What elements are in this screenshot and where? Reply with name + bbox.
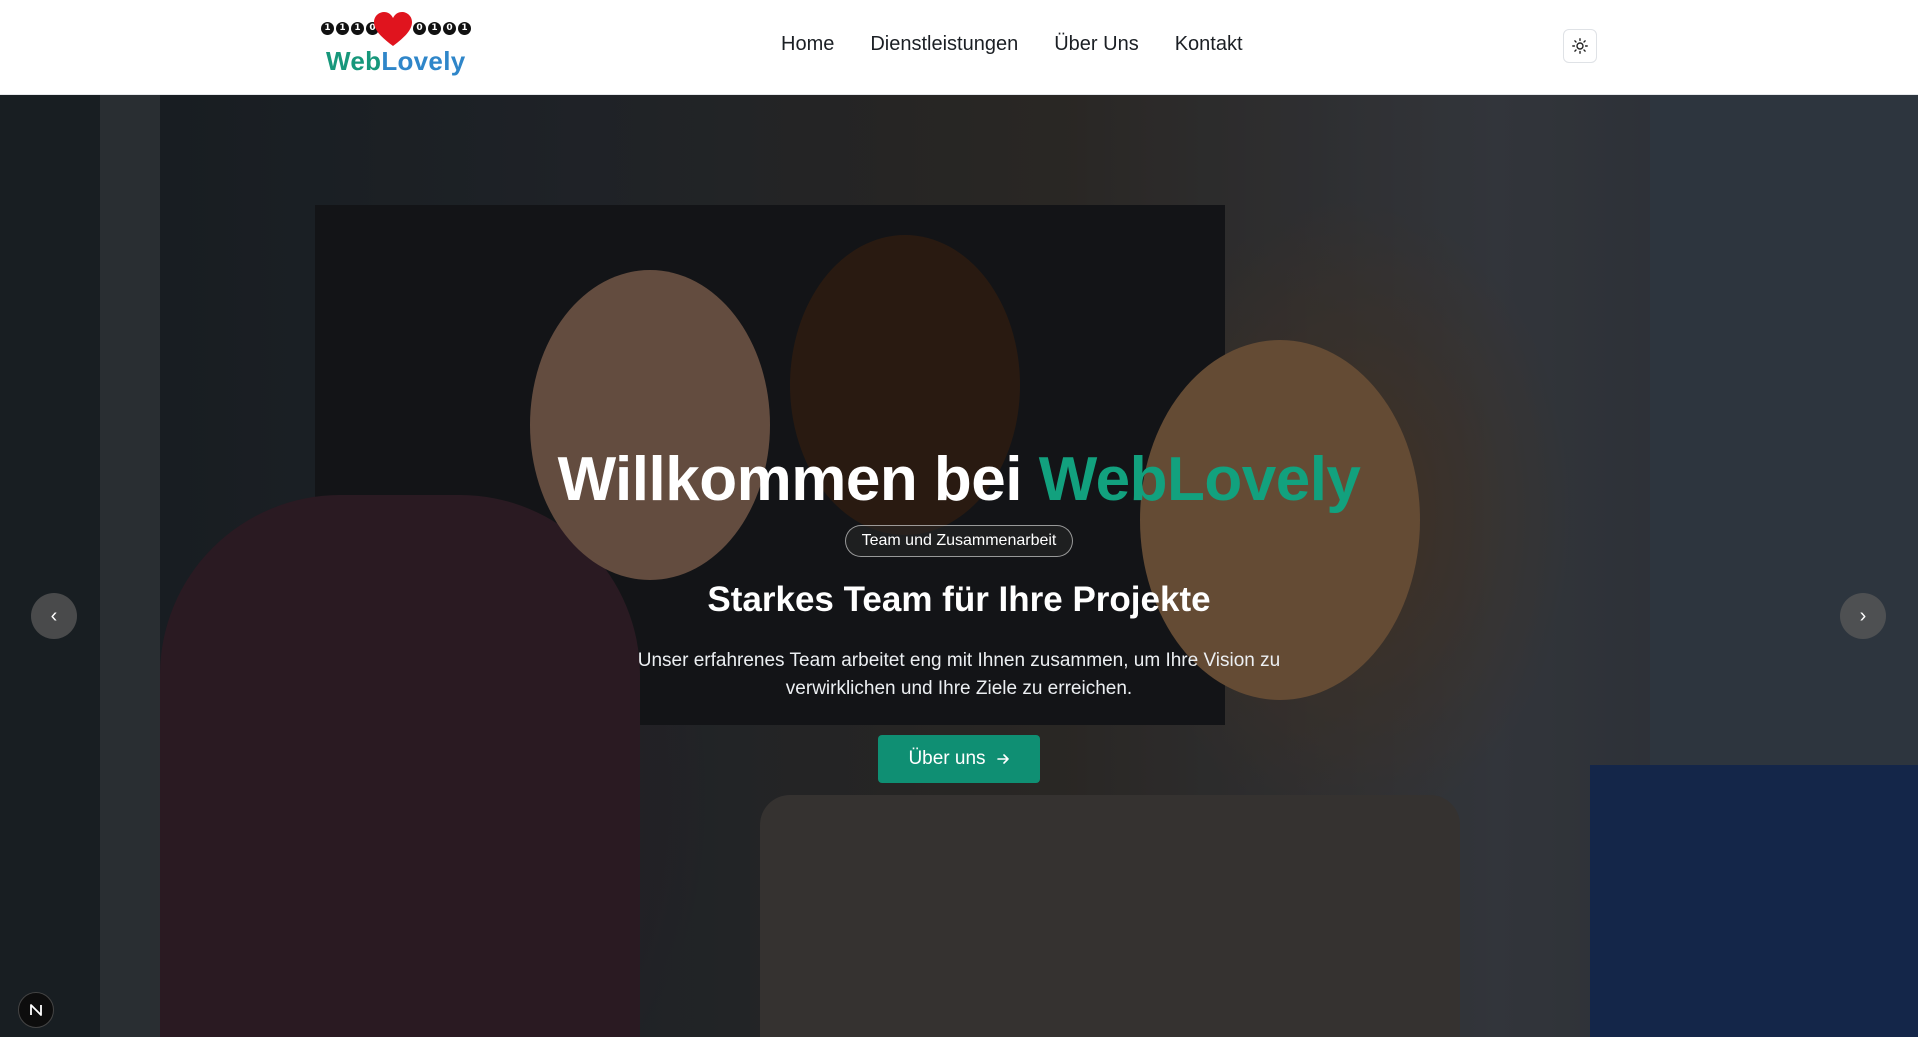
hero-title-prefix: Willkommen bei [557,445,1039,514]
chevron-right-icon: › [1859,604,1867,627]
site-header: 1 1 1 0 0 1 0 1 WebLovely Home Dienstlei… [0,0,1918,95]
nav-kontakt[interactable]: Kontakt [1175,33,1243,56]
slider-next-button[interactable]: › [1840,593,1886,639]
hero-description: Unser erfahrenes Team arbeitet eng mit I… [637,650,1281,699]
nav-dienstleistungen[interactable]: Dienstleistungen [870,33,1018,56]
hero-dark-overlay [0,95,1918,1037]
arrow-right-icon [996,754,1009,764]
about-us-button[interactable]: Über uns [878,735,1040,783]
slider-prev-button[interactable]: ‹ [31,593,77,639]
nav-ueber-uns[interactable]: Über Uns [1054,33,1138,56]
heart-icon [374,12,412,46]
logo-bit: 1 [351,22,364,35]
hero-slider: Willkommen bei WebLovely Team und Zusamm… [0,95,1918,1037]
logo[interactable]: 1 1 1 0 0 1 0 1 WebLovely [318,12,471,82]
logo-bit: 1 [458,22,471,35]
logo-bit: 1 [428,22,441,35]
dev-tools-badge[interactable] [18,992,54,1028]
logo-word-web: Web [326,46,382,76]
hero-title-accent: WebLovely [1038,445,1361,514]
sun-icon [1572,38,1588,54]
theme-toggle-button[interactable] [1563,29,1597,63]
hero-title: Willkommen bei WebLovely [0,444,1918,515]
hero-category-badge: Team und Zusammenarbeit [844,525,1074,557]
logo-word-lovely: Lovely [381,46,466,76]
logo-wordmark: WebLovely [326,46,465,77]
main-nav: Home Dienstleistungen Über Uns Kontakt [781,33,1243,56]
about-us-button-label: Über uns [908,748,986,769]
nav-home[interactable]: Home [781,33,834,56]
hero-badge-wrap: Team und Zusammenarbeit [0,525,1918,557]
logo-bit: 1 [336,22,349,35]
hero-subtitle: Starkes Team für Ihre Projekte [707,580,1211,619]
chevron-left-icon: ‹ [50,604,58,627]
logo-bit: 0 [413,22,426,35]
logo-bits-left: 1 1 1 0 [321,22,379,35]
n-logo-icon [30,1004,42,1016]
logo-bit: 1 [321,22,334,35]
logo-bits-right: 0 1 0 1 [413,22,471,35]
logo-bit: 0 [443,22,456,35]
